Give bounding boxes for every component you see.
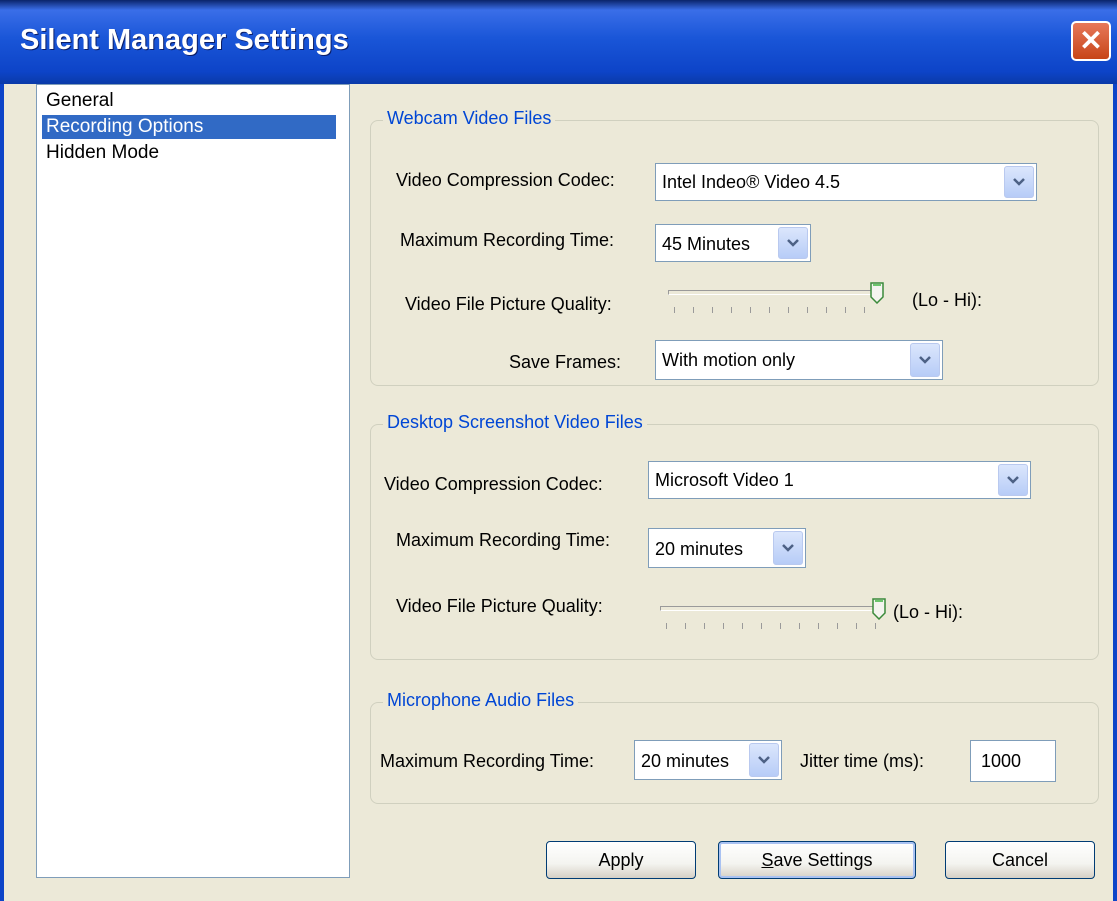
save-settings-label: ave Settings	[773, 850, 873, 870]
settings-category-list[interactable]: General Recording Options Hidden Mode	[36, 84, 350, 878]
save-frames-value: With motion only	[662, 350, 796, 370]
window-frame-right	[1113, 84, 1117, 901]
webcam-maxtime-label: Maximum Recording Time:	[400, 230, 615, 250]
webcam-group-legend: Webcam Video Files	[383, 108, 556, 129]
chevron-down-icon[interactable]	[773, 531, 803, 565]
desktop-codec-dropdown[interactable]: Microsoft Video 1	[648, 461, 1031, 499]
audio-maxtime-value: 20 minutes	[641, 751, 730, 771]
audio-maxtime-dropdown[interactable]: 20 minutes	[634, 740, 782, 780]
audio-maxtime-label: Maximum Recording Time:	[380, 751, 595, 771]
webcam-quality-range-label: (Lo - Hi):	[912, 290, 983, 310]
slider-track	[668, 290, 880, 295]
webcam-codec-value: Intel Indeo® Video 4.5	[662, 172, 841, 192]
close-icon: ✕	[1079, 25, 1103, 56]
webcam-maxtime-dropdown[interactable]: 45 Minutes	[655, 224, 811, 262]
desktop-group-legend: Desktop Screenshot Video Files	[383, 412, 647, 433]
jitter-time-value: 1000	[981, 751, 1022, 771]
chevron-down-icon[interactable]	[778, 227, 808, 259]
desktop-maxtime-label: Maximum Recording Time:	[396, 530, 611, 550]
window-frame-left	[0, 84, 4, 901]
apply-button[interactable]: Apply	[546, 841, 696, 879]
webcam-codec-label: Video Compression Codec:	[396, 170, 615, 190]
chevron-down-icon[interactable]	[998, 464, 1028, 496]
jitter-time-input[interactable]: 1000	[970, 740, 1056, 782]
desktop-quality-range-label: (Lo - Hi):	[893, 602, 964, 622]
desktop-maxtime-value: 20 minutes	[655, 539, 744, 559]
chevron-down-icon[interactable]	[910, 343, 940, 377]
slider-ticks	[666, 623, 876, 629]
save-frames-dropdown[interactable]: With motion only	[655, 340, 943, 380]
close-button[interactable]: ✕	[1071, 21, 1111, 61]
window-title: Silent Manager Settings	[20, 24, 349, 56]
desktop-maxtime-dropdown[interactable]: 20 minutes	[648, 528, 806, 568]
slider-ticks	[674, 307, 874, 313]
webcam-maxtime-value: 45 Minutes	[662, 234, 751, 254]
webcam-quality-label: Video File Picture Quality:	[405, 294, 612, 314]
jitter-time-label: Jitter time (ms):	[800, 751, 924, 771]
save-settings-mnemonic: S	[761, 850, 774, 870]
chevron-down-icon[interactable]	[1004, 166, 1034, 198]
slider-track	[660, 606, 882, 611]
audio-group-legend: Microphone Audio Files	[383, 690, 579, 711]
save-settings-button[interactable]: Save Settings	[718, 841, 916, 879]
slider-thumb-icon[interactable]	[872, 598, 886, 620]
slider-thumb-icon[interactable]	[870, 282, 884, 304]
title-bar: Silent Manager Settings ✕	[0, 0, 1117, 84]
webcam-codec-dropdown[interactable]: Intel Indeo® Video 4.5	[655, 163, 1037, 201]
desktop-quality-label: Video File Picture Quality:	[396, 596, 603, 616]
desktop-codec-label: Video Compression Codec:	[384, 474, 603, 494]
desktop-quality-slider[interactable]	[660, 598, 886, 638]
desktop-codec-value: Microsoft Video 1	[655, 470, 794, 490]
webcam-quality-slider[interactable]	[668, 282, 884, 322]
nav-item-hidden-mode[interactable]: Hidden Mode	[42, 141, 163, 165]
nav-item-general[interactable]: General	[42, 89, 118, 113]
cancel-button[interactable]: Cancel	[945, 841, 1095, 879]
nav-item-recording-options[interactable]: Recording Options	[42, 115, 336, 139]
save-frames-label: Save Frames:	[509, 352, 622, 372]
chevron-down-icon[interactable]	[749, 743, 779, 777]
